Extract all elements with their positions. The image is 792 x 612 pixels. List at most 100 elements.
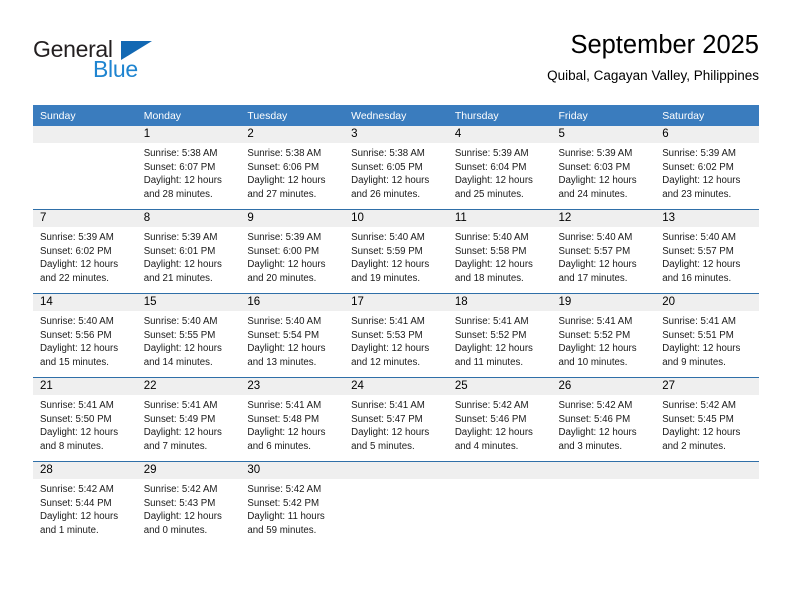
day-detail-line: and 23 minutes. [662,188,732,200]
day-detail-line: and 3 minutes. [558,440,623,452]
day-detail-line: Sunrise: 5:40 AM [143,316,218,327]
day-sun-details: Sunrise: 5:40 AM Sunset: 5:54 PM Daylight:… [240,311,344,369]
weekday-header-sunday: Sunday [33,105,137,126]
day-cell-inner: 14 Sunrise: 5:40 AM Sunset: 5:56 PM Dayligh… [33,294,137,377]
day-cell-inner: 1 Sunrise: 5:38 AM Sunset: 6:07 PM Daylight… [136,126,241,209]
day-detail-line: Sunset: 6:05 PM [351,161,423,173]
logo-text-blue: Blue [93,56,138,82]
calendar-day-cell[interactable]: 16 Sunrise: 5:40 AM Sunset: 5:54 PM Dayligh… [240,293,345,378]
day-detail-line: Sunset: 6:01 PM [143,245,216,257]
day-detail-line: Daylight: 12 hours [454,343,533,355]
calendar-day-cell[interactable]: 12 Sunrise: 5:40 AM Sunset: 5:57 PM Dayligh… [551,209,656,294]
day-detail-line: Daylight: 12 hours [143,511,222,523]
calendar-day-cell[interactable]: 8 Sunrise: 5:39 AM Sunset: 6:01 PM Daylight… [136,209,241,294]
day-detail-line: Sunrise: 5:38 AM [247,148,322,159]
day-detail-line: Sunset: 5:46 PM [454,413,527,425]
weekday-header-friday: Friday [551,105,656,126]
calendar-day-cell[interactable]: 1 Sunrise: 5:38 AM Sunset: 6:07 PM Daylight… [136,126,241,210]
day-sun-details: Sunrise: 5:41 AM Sunset: 5:53 PM Daylight:… [344,311,448,369]
day-detail-line: Daylight: 12 hours [40,343,119,355]
day-detail-line: Daylight: 12 hours [143,259,222,271]
day-detail-line: and 11 minutes. [454,356,524,368]
day-detail-line: Sunset: 5:51 PM [662,329,734,341]
day-sun-details: Sunrise: 5:39 AM Sunset: 6:04 PM Daylight:… [448,143,552,201]
day-detail-line: Daylight: 12 hours [247,343,326,355]
day-cell-inner: 23 Sunrise: 5:41 AM Sunset: 5:48 PM Dayligh… [240,378,345,461]
day-detail-line: and 2 minutes. [662,440,726,452]
day-number: 20 [655,294,759,311]
day-number [447,462,552,479]
day-number: 6 [655,126,759,143]
day-detail-line: Daylight: 12 hours [558,259,637,271]
calendar-day-cell[interactable]: 6 Sunrise: 5:39 AM Sunset: 6:02 PM Daylight… [655,126,759,210]
calendar-day-cell-empty [551,461,656,545]
day-detail-line: Sunrise: 5:42 AM [662,400,736,411]
day-number: 8 [136,210,241,227]
calendar-day-cell[interactable]: 3 Sunrise: 5:38 AM Sunset: 6:05 PM Daylight… [344,126,448,210]
day-detail-line: and 5 minutes. [351,440,415,452]
day-number: 7 [33,210,137,227]
day-sun-details: Sunrise: 5:40 AM Sunset: 5:59 PM Daylight:… [344,227,448,285]
calendar-week-row: 28 Sunrise: 5:42 AM Sunset: 5:44 PM Dayligh… [33,461,759,545]
day-detail-line: Sunrise: 5:42 AM [40,484,114,495]
day-cell-inner: 13 Sunrise: 5:40 AM Sunset: 5:57 PM Dayligh… [655,210,759,293]
day-detail-line: Sunset: 5:54 PM [247,329,320,341]
day-number: 9 [240,210,345,227]
day-cell-inner: 4 Sunrise: 5:39 AM Sunset: 6:04 PM Daylight… [447,126,552,209]
day-detail-line: Sunrise: 5:40 AM [40,316,114,327]
day-detail-line: Sunset: 6:02 PM [40,245,112,257]
day-detail-line: Sunrise: 5:39 AM [454,148,529,159]
calendar-day-cell[interactable]: 21 Sunrise: 5:41 AM Sunset: 5:50 PM Dayligh… [33,377,137,462]
calendar-day-cell[interactable]: 19 Sunrise: 5:41 AM Sunset: 5:52 PM Dayligh… [551,293,656,378]
calendar-day-cell[interactable]: 26 Sunrise: 5:42 AM Sunset: 5:46 PM Dayligh… [551,377,656,462]
day-detail-line: and 7 minutes. [143,440,208,452]
day-detail-line: Sunset: 6:04 PM [454,161,527,173]
calendar-day-cell[interactable]: 2 Sunrise: 5:38 AM Sunset: 6:06 PM Daylight… [240,126,345,210]
day-detail-line: Daylight: 12 hours [40,511,119,523]
calendar-day-cell[interactable]: 22 Sunrise: 5:41 AM Sunset: 5:49 PM Dayligh… [136,377,241,462]
day-detail-line: Daylight: 12 hours [351,175,430,187]
calendar-day-cell[interactable]: 23 Sunrise: 5:41 AM Sunset: 5:48 PM Dayligh… [240,377,345,462]
day-number [344,462,448,479]
calendar-day-cell[interactable]: 9 Sunrise: 5:39 AM Sunset: 6:00 PM Daylight… [240,209,345,294]
day-detail-line: Sunrise: 5:39 AM [40,232,114,243]
calendar-day-cell[interactable]: 7 Sunrise: 5:39 AM Sunset: 6:02 PM Daylight… [33,209,137,294]
calendar-day-cell[interactable]: 5 Sunrise: 5:39 AM Sunset: 6:03 PM Daylight… [551,126,656,210]
day-detail-line: and 10 minutes. [558,356,628,368]
day-detail-line: and 59 minutes. [247,524,317,536]
day-detail-line: Daylight: 12 hours [454,175,533,187]
calendar-day-cell[interactable]: 30 Sunrise: 5:42 AM Sunset: 5:42 PM Dayligh… [240,461,345,545]
day-detail-line: Daylight: 12 hours [143,175,222,187]
calendar-day-cell[interactable]: 14 Sunrise: 5:40 AM Sunset: 5:56 PM Dayligh… [33,293,137,378]
day-sun-details: Sunrise: 5:42 AM Sunset: 5:44 PM Daylight:… [33,479,137,537]
calendar-day-cell[interactable]: 20 Sunrise: 5:41 AM Sunset: 5:51 PM Dayligh… [655,293,759,378]
calendar-day-cell[interactable]: 15 Sunrise: 5:40 AM Sunset: 5:55 PM Dayligh… [136,293,241,378]
day-detail-line: Sunrise: 5:40 AM [247,316,322,327]
calendar-day-cell[interactable]: 27 Sunrise: 5:42 AM Sunset: 5:45 PM Dayligh… [655,377,759,462]
calendar-day-cell[interactable]: 11 Sunrise: 5:40 AM Sunset: 5:58 PM Dayligh… [447,209,552,294]
calendar-day-cell[interactable]: 17 Sunrise: 5:41 AM Sunset: 5:53 PM Dayligh… [344,293,448,378]
calendar-day-cell[interactable]: 4 Sunrise: 5:39 AM Sunset: 6:04 PM Daylight… [447,126,552,210]
day-detail-line: Sunrise: 5:41 AM [247,400,322,411]
day-sun-details: Sunrise: 5:39 AM Sunset: 6:03 PM Daylight:… [552,143,656,201]
day-number [33,126,137,143]
day-detail-line: Sunset: 5:52 PM [558,329,631,341]
day-detail-line: and 13 minutes. [247,356,317,368]
calendar-day-cell[interactable]: 13 Sunrise: 5:40 AM Sunset: 5:57 PM Dayligh… [655,209,759,294]
day-detail-line: Sunrise: 5:41 AM [351,400,425,411]
day-cell-inner: 20 Sunrise: 5:41 AM Sunset: 5:51 PM Dayligh… [655,294,759,377]
calendar-day-cell[interactable]: 28 Sunrise: 5:42 AM Sunset: 5:44 PM Dayligh… [33,461,137,545]
calendar-day-cell[interactable]: 24 Sunrise: 5:41 AM Sunset: 5:47 PM Dayligh… [344,377,448,462]
day-detail-line: Sunrise: 5:42 AM [558,400,633,411]
day-detail-line: Daylight: 12 hours [558,427,637,439]
calendar-day-cell[interactable]: 18 Sunrise: 5:41 AM Sunset: 5:52 PM Dayligh… [447,293,552,378]
day-number: 15 [136,294,241,311]
day-detail-line: Daylight: 12 hours [143,427,222,439]
calendar-day-cell[interactable]: 10 Sunrise: 5:40 AM Sunset: 5:59 PM Dayligh… [344,209,448,294]
day-cell-inner [447,462,552,545]
weekday-header-thursday: Thursday [447,105,552,126]
day-detail-line: Sunrise: 5:39 AM [662,148,736,159]
calendar-day-cell[interactable]: 25 Sunrise: 5:42 AM Sunset: 5:46 PM Dayligh… [447,377,552,462]
calendar-day-cell[interactable]: 29 Sunrise: 5:42 AM Sunset: 5:43 PM Dayligh… [136,461,241,545]
day-sun-details: Sunrise: 5:40 AM Sunset: 5:58 PM Daylight:… [448,227,552,285]
